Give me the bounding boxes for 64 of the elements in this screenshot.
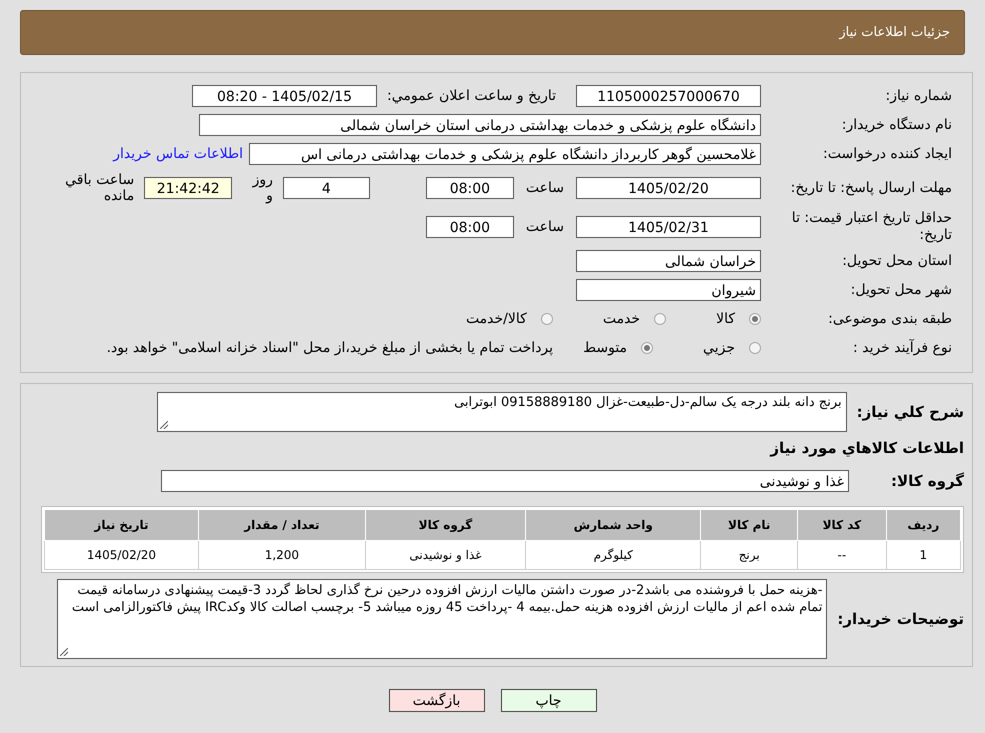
table-cell: 1,200 [198, 540, 366, 570]
radio-label: متوسط [583, 340, 628, 356]
field-label: طبقه بندی موضوعی: [827, 310, 952, 328]
table-cell: برنج [700, 540, 798, 570]
radio-button[interactable] [540, 313, 553, 325]
table-cell: غذا و نوشیدنی [365, 540, 526, 570]
buyer-org-field: دانشگاه علوم پزشکی و خدمات بهداشتی درمانی استان خراسان شمالی [199, 114, 761, 136]
field-label: روز و [251, 172, 273, 204]
radio-label: خدمت [602, 311, 640, 327]
field-label: شماره نیاز: [884, 88, 952, 104]
resize-grip-icon[interactable] [160, 421, 168, 429]
buyer-notes-box: -هزینه حمل با فروشنده می باشد2-در صورت داشتن مالیات ارزش افزوده درحین نرخ گذاری لحاظ گردد 3-قیمت پیشنهادی درسامانه قیمت تمام شده اعم از مالیات ارزش افزوده هزینه حمل.بیمه 4 -پرداخت 45 روزه میباشد 5- برچسب اصالت کالا وکدIRC پیش فاکتورالزامی است [57, 579, 828, 659]
field-label: ساعت [526, 180, 564, 196]
action-button[interactable]: بازگشت [388, 689, 484, 712]
table-cell: -- [798, 540, 886, 570]
goods-group-field: غذا و نوشیدنی [161, 470, 849, 492]
time-field: 08:00 [426, 177, 514, 199]
time-field: 08:00 [426, 216, 514, 238]
field-label: استان محل تحویل: [841, 252, 952, 270]
table-cell: 1 [886, 540, 960, 570]
field-label: ساعت باقي مانده [64, 172, 134, 204]
column-header: نام کالا [700, 510, 798, 540]
radio-label: جزيي [703, 340, 735, 356]
column-header: تاریخ نیاز [44, 510, 198, 540]
field-label: تاريخ و ساعت اعلان عمومي: [387, 88, 556, 104]
section-title: اطلاعات کالاهاي مورد نیاز [770, 439, 964, 457]
column-header: واحد شمارش [526, 510, 701, 540]
action-button[interactable]: چاپ [500, 689, 596, 712]
resize-grip-icon[interactable] [60, 648, 68, 656]
table-cell: 1405/02/20 [44, 540, 198, 570]
radio-button[interactable] [749, 342, 761, 354]
header-title: جزئیات اطلاعات نیاز [839, 25, 950, 40]
field-label: ساعت [526, 219, 564, 235]
payment-note: پرداخت تمام یا بخشی از مبلغ خرید،از محل "اسناد خزانه اسلامی" خواهد بود. [106, 340, 554, 356]
city-field: شیروان [576, 279, 761, 301]
column-header: کد کالا [798, 510, 886, 540]
creator-field: غلامحسین گوهر کاربرداز دانشگاه علوم پزشکی و خدمات بهداشتی درمانی اس [249, 143, 761, 165]
field-label: نام دستگاه خریدار: [840, 116, 952, 134]
table-cell: کیلوگرم [526, 540, 701, 570]
date-field: 1405/02/20 [576, 177, 761, 199]
field-label: مهلت ارسال پاسخ: تا تاریخ: [790, 180, 952, 196]
radio-label: کالا [716, 311, 735, 327]
field-label: شهر محل تحویل: [850, 282, 952, 298]
announce-date-field: 1405/02/15 - 08:20 [192, 85, 378, 107]
field-label: گروه کالا: [890, 472, 964, 490]
date-field: 1405/02/31 [576, 216, 761, 238]
column-header: ردیف [886, 510, 960, 540]
field-label: ایجاد کننده درخواست: [822, 146, 952, 162]
field-label: توضیحات خریدار: [837, 610, 964, 628]
province-field: خراسان شمالی [576, 250, 761, 272]
column-header: تعداد / مقدار [198, 510, 366, 540]
remaining-time-field: 21:42:42 [144, 177, 232, 199]
column-header: گروه کالا [365, 510, 526, 540]
need-number-field: 1105000257000670 [576, 85, 761, 107]
description-box: برنج دانه بلند درجه یک سالم-دل-طبیعت-غزال 09158889180 ابوترابی [156, 392, 847, 432]
radio-button[interactable] [641, 342, 654, 354]
radio-button[interactable] [749, 313, 761, 325]
field-label: شرح کلي نیاز: [856, 403, 964, 421]
days-field: 4 [282, 177, 370, 199]
buyer-contact-link[interactable]: اطلاعات تماس خریدار [113, 146, 243, 162]
radio-label: کالا/خدمت [466, 311, 527, 327]
radio-button[interactable] [654, 313, 666, 325]
field-label: حداقل تاریخ اعتبار قیمت: تا تاریخ: [790, 210, 952, 244]
field-label: نوع فرآیند خرید : [852, 340, 952, 356]
